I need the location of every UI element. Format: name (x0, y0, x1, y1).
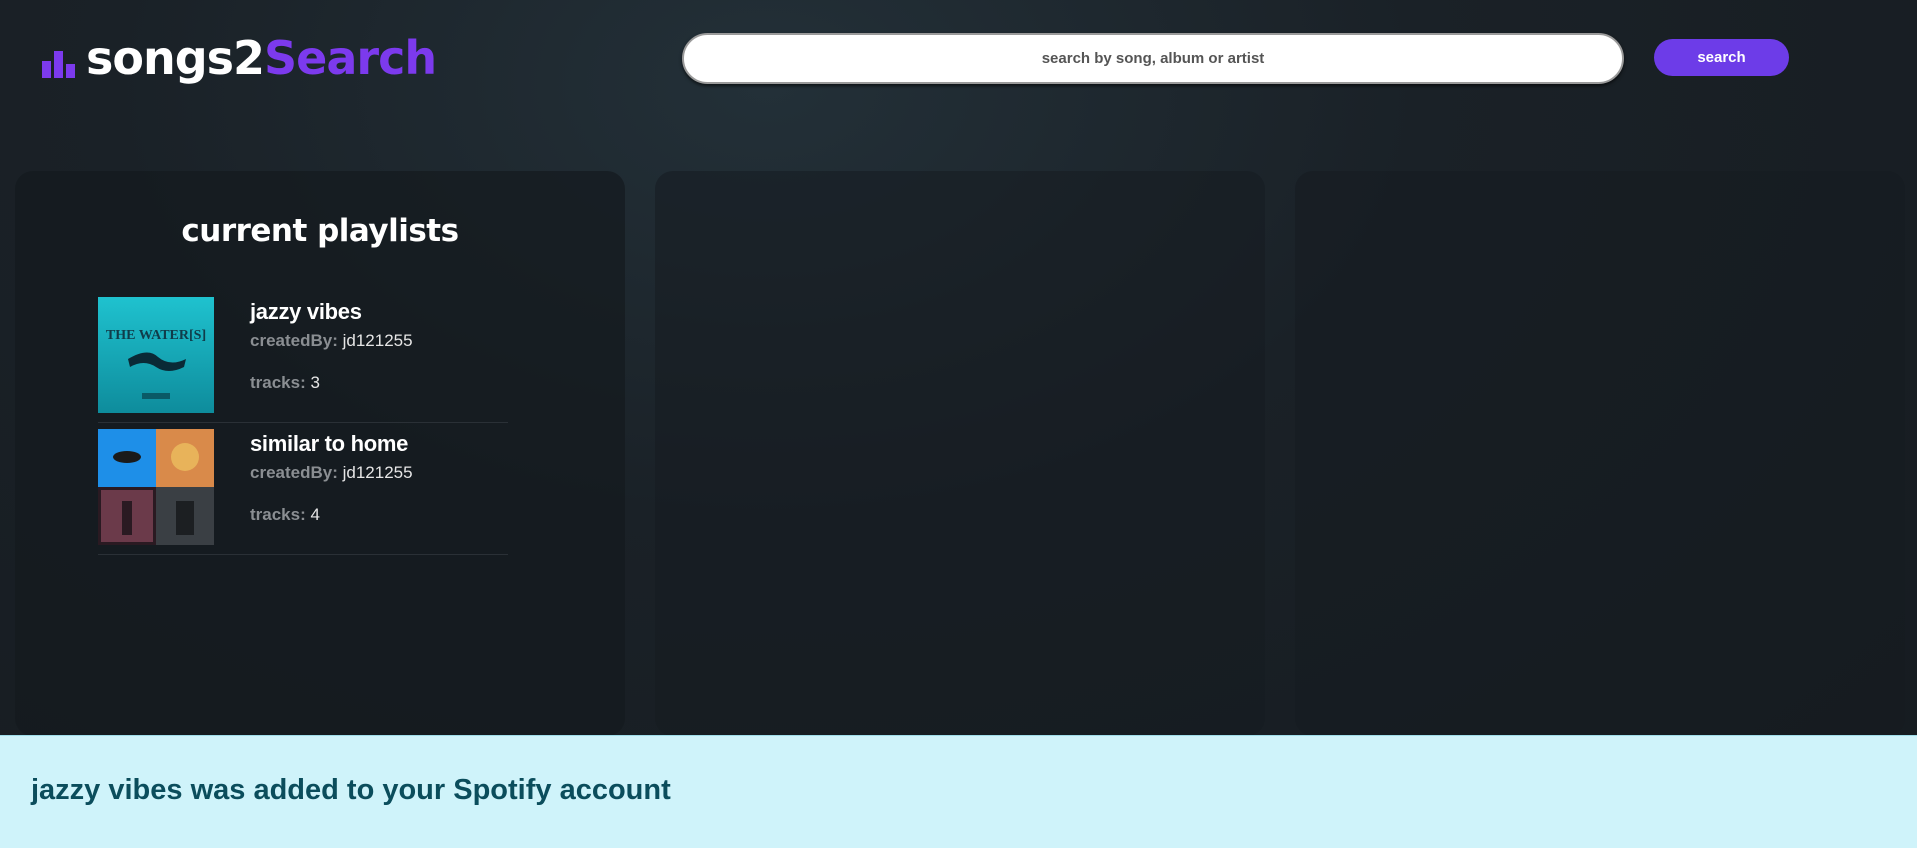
logo-text-primary: songs2 (86, 31, 265, 85)
bar-chart-icon (42, 48, 76, 78)
logo-text-accent: Search (264, 31, 437, 85)
created-by-value: jd121255 (342, 463, 413, 482)
logo-text: songs2Search (86, 30, 437, 86)
tracks-label: tracks: (250, 505, 306, 524)
tracks-label: tracks: (250, 373, 306, 392)
playlist-tracks: tracks: 4 (250, 505, 320, 525)
playlists-panel: current playlists THE WATER[S] jazzy vib… (15, 171, 625, 736)
app-header: songs2Search search (0, 0, 1917, 120)
notification-message: jazzy vibes was added to your Spotify ac… (31, 774, 671, 806)
playlist-created-by: createdBy: jd121255 (250, 331, 413, 351)
search-button[interactable]: search (1654, 39, 1789, 76)
playlist-item[interactable]: THE WATER[S] jazzy vibes createdBy: jd12… (98, 297, 508, 423)
panel-title: current playlists (181, 213, 459, 249)
created-by-label: createdBy: (250, 331, 338, 350)
playlist-tracks: tracks: 3 (250, 373, 320, 393)
playlist-cover (98, 429, 214, 545)
middle-panel (655, 171, 1265, 736)
playlist-name[interactable]: similar to home (250, 431, 408, 457)
playlist-name[interactable]: jazzy vibes (250, 299, 362, 325)
app-logo[interactable]: songs2Search (42, 30, 437, 86)
cover-title-text: THE WATER[S] (106, 328, 206, 343)
search-input[interactable] (682, 33, 1624, 84)
tracks-value: 4 (310, 505, 320, 524)
playlist-created-by: createdBy: jd121255 (250, 463, 413, 483)
notification-banner: jazzy vibes was added to your Spotify ac… (0, 735, 1917, 848)
created-by-label: createdBy: (250, 463, 338, 482)
created-by-value: jd121255 (342, 331, 413, 350)
playlist-cover: THE WATER[S] (98, 297, 214, 413)
tracks-value: 3 (310, 373, 320, 392)
playlist-item[interactable]: similar to home createdBy: jd121255 trac… (98, 429, 508, 555)
right-panel (1295, 171, 1905, 736)
